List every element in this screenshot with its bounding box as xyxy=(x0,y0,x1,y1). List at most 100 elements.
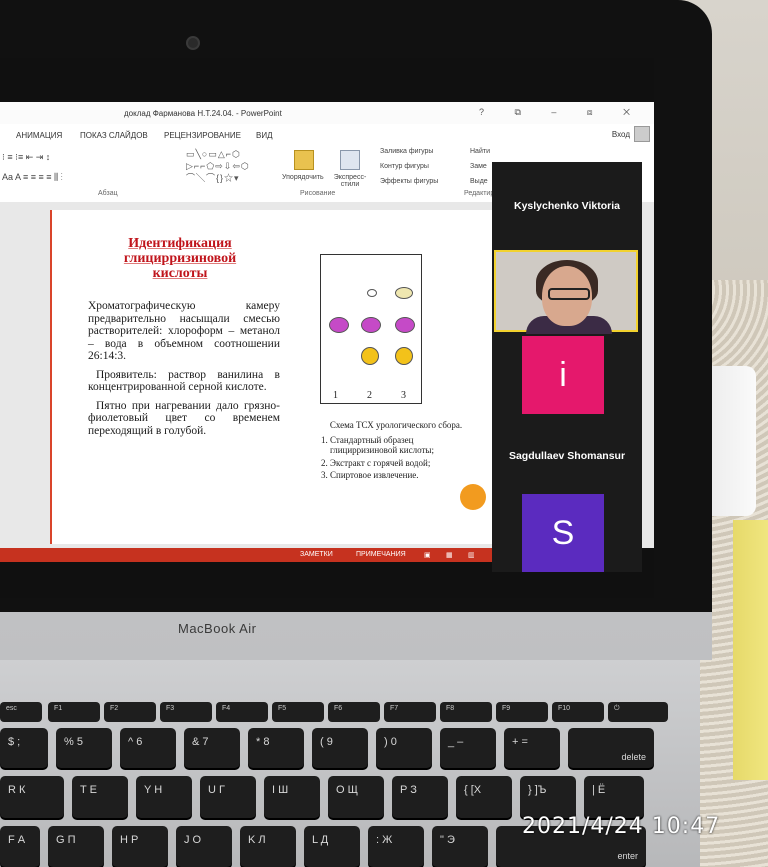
shape-fill-button[interactable]: Заливка фигуры xyxy=(380,148,433,155)
key-r[interactable]: R К xyxy=(0,776,64,818)
key-f3[interactable]: F3 xyxy=(160,702,212,722)
key-f10[interactable]: F10 xyxy=(552,702,604,722)
key-f[interactable]: F А xyxy=(0,826,40,867)
key-o[interactable]: O Щ xyxy=(328,776,384,818)
key-0[interactable]: ) 0 xyxy=(376,728,432,768)
key-g[interactable]: G П xyxy=(48,826,104,867)
participant-tile[interactable]: Sagdullaev Shomansur xyxy=(492,420,642,490)
arrange-icon[interactable] xyxy=(294,150,314,170)
participant-tile[interactable]: Kyslychenko Viktoria xyxy=(492,162,642,246)
group-paragraph-label: Абзац xyxy=(98,190,118,197)
select-button[interactable]: Выде xyxy=(470,178,488,185)
shape-effects-button[interactable]: Эффекты фигуры xyxy=(380,178,438,185)
replace-button[interactable]: Заме xyxy=(470,163,487,170)
key-quote[interactable]: " Э xyxy=(432,826,488,867)
participant-video-tile[interactable] xyxy=(492,248,642,334)
spot-lane3-mid xyxy=(395,317,415,333)
cursor-highlight-dot xyxy=(460,484,486,510)
slide-title-line: глицирризиновой xyxy=(123,251,237,266)
key-k[interactable]: K Л xyxy=(240,826,296,867)
yellow-object xyxy=(733,520,768,780)
key-i[interactable]: I Ш xyxy=(264,776,320,818)
key-p[interactable]: P З xyxy=(392,776,448,818)
find-button[interactable]: Найти xyxy=(470,148,490,155)
paragraph-spot: Пятно при нагревании дало грязно-фиолето… xyxy=(88,399,280,437)
lane-label: 3 xyxy=(401,390,406,401)
status-bar: ЗАМЕТКИ ПРИМЕЧАНИЯ ▣ ▦ ▥ xyxy=(0,548,492,562)
scheme-item: Экстракт с горячей водой; xyxy=(330,458,476,469)
quick-styles-button[interactable]: Экспресс-стили xyxy=(330,174,370,188)
key-semicolon[interactable]: : Ж xyxy=(368,826,424,867)
notes-button[interactable]: ЗАМЕТКИ xyxy=(300,551,333,558)
tab-review[interactable]: РЕЦЕНЗИРОВАНИЕ xyxy=(164,131,241,140)
key-f2[interactable]: F2 xyxy=(104,702,156,722)
key-h[interactable]: H Р xyxy=(112,826,168,867)
key-esc[interactable]: esc xyxy=(0,702,42,722)
align-icons[interactable]: Aa A ≡ ≡ ≡ ≡ ⫼ ⁝ xyxy=(2,172,63,183)
spot-lane2-low xyxy=(361,347,379,365)
participant-name: Sagdullaev Shomansur xyxy=(508,450,626,462)
participant-avatar: i xyxy=(522,336,604,414)
user-avatar-icon[interactable] xyxy=(634,126,650,142)
photo-timestamp: 2021/4/24 10:47 xyxy=(522,814,721,839)
key-l[interactable]: L Д xyxy=(304,826,360,867)
shapes-gallery[interactable]: ▭╲○▭△⌐⬡ ▷⌐⌐⬠⇨⇩⇦⬡ ⌒╲⌒{}☆▾ xyxy=(186,148,270,188)
reading-view-icon[interactable]: ▥ xyxy=(468,551,475,559)
spot-lane3-top xyxy=(395,287,413,299)
key-f7[interactable]: F7 xyxy=(384,702,436,722)
key-f1[interactable]: F1 xyxy=(48,702,100,722)
window-controls[interactable]: ? ⧉ – ⧈ ✕ xyxy=(479,107,644,118)
key-4[interactable]: $ ; xyxy=(0,728,48,768)
slide-sorter-icon[interactable]: ▦ xyxy=(446,551,453,559)
key-backslash[interactable]: | Ё xyxy=(584,776,644,818)
participant-tile[interactable]: S xyxy=(492,490,642,572)
tab-animation[interactable]: АНИМАЦИЯ xyxy=(16,131,62,140)
scheme-caption: Схема ТСХ урологического сбора. xyxy=(329,420,463,430)
key-8[interactable]: * 8 xyxy=(248,728,304,768)
slide-title-line: Идентификация xyxy=(128,236,232,251)
window-title: доклад Фарманова Н.Т.24.04. - PowerPoint xyxy=(124,109,282,118)
key-j[interactable]: J О xyxy=(176,826,232,867)
key-t[interactable]: T Е xyxy=(72,776,128,818)
key-bracket-right[interactable]: } ]Ъ xyxy=(520,776,576,818)
key-equals[interactable]: + = xyxy=(504,728,560,768)
normal-view-icon[interactable]: ▣ xyxy=(424,551,431,559)
key-bracket-left[interactable]: { [Х xyxy=(456,776,512,818)
key-6[interactable]: ^ 6 xyxy=(120,728,176,768)
lane-label: 2 xyxy=(367,390,372,401)
key-minus[interactable]: _ – xyxy=(440,728,496,768)
key-f6[interactable]: F6 xyxy=(328,702,380,722)
group-editing-label: Редактир xyxy=(464,190,495,197)
tab-slideshow[interactable]: ПОКАЗ СЛАЙДОВ xyxy=(80,131,148,140)
slide-body-text: Хроматографическую камеру предварительно… xyxy=(88,300,280,443)
slide-title-line: кислоты xyxy=(152,266,208,281)
lane-label: 1 xyxy=(333,390,338,401)
key-f4[interactable]: F4 xyxy=(216,702,268,722)
list-bullets-icon[interactable]: ⁝ ≡ ⁝≡ ⇤ ⇥ ↕ xyxy=(2,152,50,163)
tab-view[interactable]: ВИД xyxy=(256,131,273,140)
participant-tile[interactable]: i xyxy=(492,334,642,418)
spot-lane3-low xyxy=(395,347,413,365)
key-y[interactable]: Y Н xyxy=(136,776,192,818)
tlc-plate-diagram: 1 2 3 xyxy=(320,254,422,404)
group-drawing-label: Рисование xyxy=(300,190,336,197)
key-5[interactable]: % 5 xyxy=(56,728,112,768)
key-f9[interactable]: F9 xyxy=(496,702,548,722)
powerpoint-titlebar: доклад Фарманова Н.Т.24.04. - PowerPoint… xyxy=(0,102,654,124)
key-delete[interactable]: delete xyxy=(568,728,654,768)
key-u[interactable]: U Г xyxy=(200,776,256,818)
key-f8[interactable]: F8 xyxy=(440,702,492,722)
comments-button[interactable]: ПРИМЕЧАНИЯ xyxy=(356,551,406,558)
key-power[interactable]: ⏻ xyxy=(608,702,668,722)
arrange-button[interactable]: Упорядочить xyxy=(282,174,324,181)
key-7[interactable]: & 7 xyxy=(184,728,240,768)
scheme-item: Стандартный образец глицирризиновой кисл… xyxy=(330,435,476,456)
shape-outline-button[interactable]: Контур фигуры xyxy=(380,163,429,170)
key-f5[interactable]: F5 xyxy=(272,702,324,722)
key-9[interactable]: ( 9 xyxy=(312,728,368,768)
slide-canvas[interactable]: Идентификация глицирризиновой кислоты Хр… xyxy=(50,210,510,544)
scheme-caption-block: Схема ТСХ урологического сбора. Стандарт… xyxy=(316,420,476,483)
sign-in-link[interactable]: Вход xyxy=(612,130,630,139)
spot-lane1-mid xyxy=(329,317,349,333)
quick-styles-icon[interactable] xyxy=(340,150,360,170)
